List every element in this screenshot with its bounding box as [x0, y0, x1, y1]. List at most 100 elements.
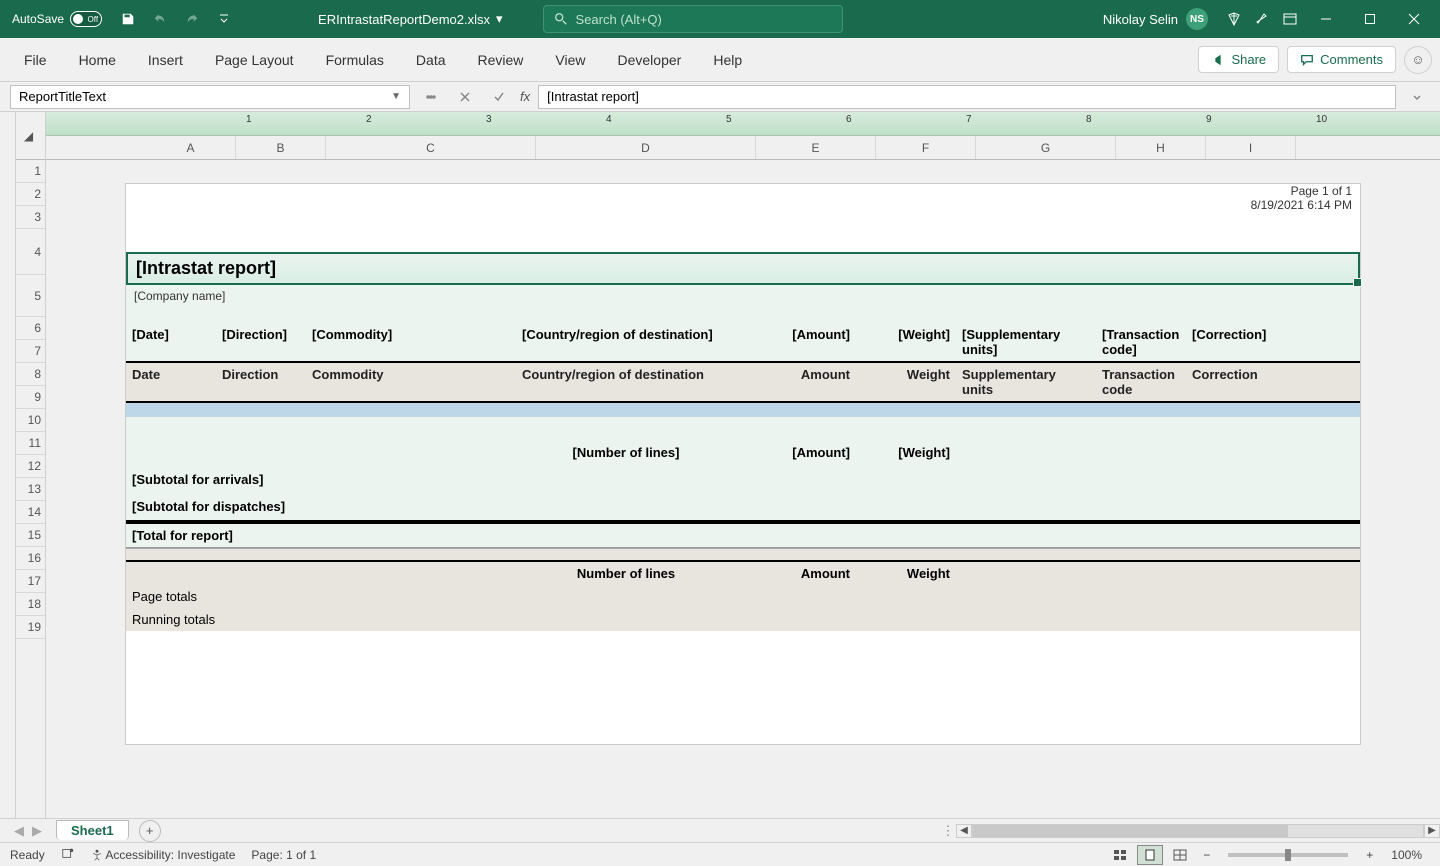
grid-area: ◢ 1 2 3 4 5 6 7 8 9 10 11 12 13 14 15 16…	[0, 112, 1440, 818]
qat-dropdown-icon[interactable]	[210, 5, 238, 33]
accessibility-status[interactable]: Accessibility: Investigate	[91, 848, 236, 862]
search-input[interactable]: Search (Alt+Q)	[543, 5, 843, 33]
fx-label[interactable]: fx	[520, 89, 530, 104]
dropdown-icon[interactable]	[418, 85, 444, 109]
page-datetime: 8/19/2021 6:14 PM	[1251, 198, 1352, 212]
template-header-row[interactable]: [Date] [Direction] [Commodity] [Country/…	[126, 323, 1360, 363]
row-header[interactable]: 12	[16, 455, 45, 478]
zoom-in-button[interactable]: +	[1360, 848, 1379, 862]
tab-view[interactable]: View	[539, 42, 601, 78]
row-header[interactable]: 8	[16, 363, 45, 386]
formula-input[interactable]: [Intrastat report]	[538, 85, 1396, 109]
col-header[interactable]: H	[1116, 136, 1206, 159]
col-header[interactable]: D	[536, 136, 756, 159]
data-band-2[interactable]	[126, 417, 1360, 439]
sheet-prev-icon[interactable]: ◀	[10, 823, 28, 839]
comments-button[interactable]: Comments	[1287, 46, 1396, 73]
row-header[interactable]: 9	[16, 386, 45, 409]
row-header[interactable]: 17	[16, 570, 45, 593]
row-header[interactable]: 16	[16, 547, 45, 570]
row-header[interactable]: 2	[16, 183, 45, 206]
sheet-nav-arrows: ◀ ▶	[0, 823, 56, 839]
sheet-next-icon[interactable]: ▶	[28, 823, 46, 839]
company-name[interactable]: [Company name]	[126, 285, 1360, 307]
coming-soon-icon[interactable]	[1248, 5, 1276, 33]
data-band[interactable]	[126, 403, 1360, 417]
row-header[interactable]: 5	[16, 275, 45, 317]
row-header[interactable]: 6	[16, 317, 45, 340]
col-header[interactable]: F	[876, 136, 976, 159]
row-header[interactable]: 11	[16, 432, 45, 455]
col-header[interactable]: G	[976, 136, 1116, 159]
col-header[interactable]: B	[236, 136, 326, 159]
page-totals-row[interactable]: Page totals	[126, 585, 1360, 608]
add-sheet-button[interactable]: +	[139, 820, 161, 842]
row-header[interactable]: 19	[16, 616, 45, 639]
close-button[interactable]	[1392, 0, 1436, 38]
tab-help[interactable]: Help	[697, 42, 758, 78]
zoom-level[interactable]: 100%	[1383, 848, 1430, 862]
view-page-layout-button[interactable]	[1137, 845, 1163, 865]
col-header[interactable]: I	[1206, 136, 1296, 159]
maximize-button[interactable]	[1348, 0, 1392, 38]
row-header[interactable]: 18	[16, 593, 45, 616]
scroll-thumb[interactable]	[973, 825, 1288, 837]
view-normal-button[interactable]	[1107, 845, 1133, 865]
ribbon-display-icon[interactable]	[1276, 5, 1304, 33]
sub-header-row[interactable]: Date Direction Commodity Country/region …	[126, 363, 1360, 403]
expand-formula-icon[interactable]	[1404, 85, 1430, 109]
tab-formulas[interactable]: Formulas	[310, 42, 400, 78]
sheet-tab[interactable]: Sheet1	[56, 820, 129, 840]
select-all-corner[interactable]: ◢	[16, 112, 45, 160]
subtotal-arrivals-row[interactable]: [Subtotal for arrivals]	[126, 466, 1360, 493]
tab-developer[interactable]: Developer	[602, 42, 698, 78]
col-header[interactable]: C	[326, 136, 536, 159]
tab-home[interactable]: Home	[63, 42, 132, 78]
scroll-right-icon[interactable]: ▶	[1424, 824, 1440, 838]
tab-review[interactable]: Review	[462, 42, 540, 78]
tab-page-layout[interactable]: Page Layout	[199, 42, 310, 78]
user-account[interactable]: Nikolay Selin NS	[1091, 8, 1220, 30]
horizontal-scrollbar[interactable]: ⋮ ◀ ▶	[940, 823, 1440, 839]
selected-cell-title[interactable]: [Intrastat report]	[126, 252, 1360, 285]
titlebar-left: AutoSave Off	[4, 5, 238, 33]
row-header[interactable]: 14	[16, 501, 45, 524]
footer-header-row[interactable]: Number of lines Amount Weight	[126, 562, 1360, 585]
col-header[interactable]: A	[146, 136, 236, 159]
filename[interactable]: ERIntrastatReportDemo2.xlsx ▾	[318, 11, 502, 27]
running-totals-row[interactable]: Running totals	[126, 608, 1360, 631]
col-header[interactable]: E	[756, 136, 876, 159]
row-header[interactable]: 10	[16, 409, 45, 432]
scroll-left-icon[interactable]: ◀	[956, 824, 972, 838]
comment-icon	[1300, 53, 1314, 67]
tab-file[interactable]: File	[8, 42, 63, 78]
name-box[interactable]: ReportTitleText ▼	[10, 85, 410, 109]
macro-record-icon[interactable]	[61, 846, 75, 863]
row-header[interactable]: 4	[16, 229, 45, 275]
save-icon[interactable]	[114, 5, 142, 33]
row-header[interactable]: 15	[16, 524, 45, 547]
number-of-lines-row[interactable]: [Number of lines] [Amount] [Weight]	[126, 439, 1360, 466]
page[interactable]: Page 1 of 1 8/19/2021 6:14 PM [Intrastat…	[126, 184, 1360, 744]
autosave-toggle[interactable]: AutoSave Off	[4, 11, 110, 27]
redo-icon[interactable]	[178, 5, 206, 33]
row-header[interactable]: 1	[16, 160, 45, 183]
share-button[interactable]: Share	[1198, 46, 1279, 73]
enter-icon[interactable]	[486, 85, 512, 109]
feedback-button[interactable]: ☺	[1404, 46, 1432, 74]
diamond-icon[interactable]	[1220, 5, 1248, 33]
undo-icon[interactable]	[146, 5, 174, 33]
cancel-icon[interactable]	[452, 85, 478, 109]
toggle-switch[interactable]: Off	[70, 11, 102, 27]
view-page-break-button[interactable]	[1167, 845, 1193, 865]
tab-data[interactable]: Data	[400, 42, 462, 78]
zoom-out-button[interactable]: −	[1197, 848, 1216, 862]
zoom-slider[interactable]	[1228, 853, 1348, 857]
row-header[interactable]: 13	[16, 478, 45, 501]
minimize-button[interactable]	[1304, 0, 1348, 38]
total-row[interactable]: [Total for report]	[126, 522, 1360, 548]
subtotal-dispatches-row[interactable]: [Subtotal for dispatches]	[126, 493, 1360, 522]
row-header[interactable]: 7	[16, 340, 45, 363]
tab-insert[interactable]: Insert	[132, 42, 199, 78]
row-header[interactable]: 3	[16, 206, 45, 229]
